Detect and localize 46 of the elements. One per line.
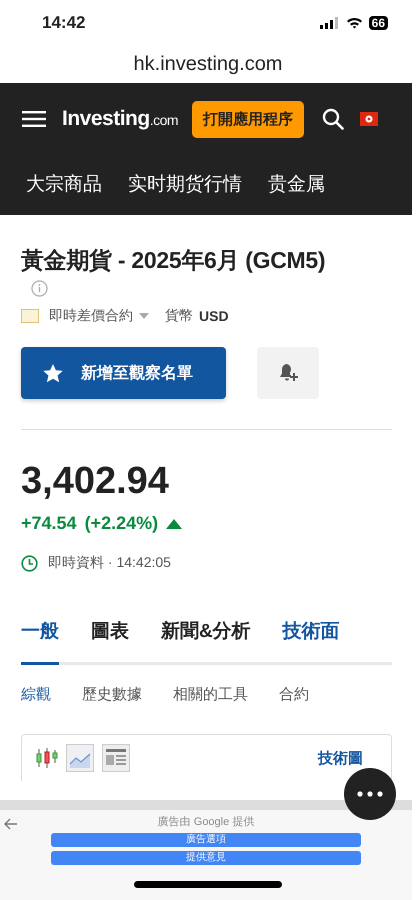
- bell-plus-icon: [277, 362, 299, 384]
- flag-icon[interactable]: [360, 112, 378, 126]
- section-tab[interactable]: 一般: [21, 618, 59, 665]
- ad-option-button[interactable]: 提供意見: [51, 851, 361, 865]
- instrument-title: 黃金期貨 - 2025年6月 (GCM5): [21, 246, 326, 275]
- price-change: +74.54: [21, 513, 77, 534]
- last-price: 3,402.94: [21, 460, 170, 503]
- subsection-tab[interactable]: 相關的工具: [173, 685, 248, 704]
- candlestick-icon[interactable]: [36, 747, 58, 769]
- percent-change: (+2.24%): [84, 513, 158, 534]
- currency-value: USD: [199, 308, 229, 324]
- contract-type-dropdown[interactable]: 即時差價合約: [49, 307, 149, 325]
- caret-icon: [139, 313, 149, 319]
- star-icon: [43, 364, 63, 382]
- add-to-watchlist-button[interactable]: 新增至觀察名單: [21, 347, 226, 399]
- section-tab[interactable]: 新聞&分析: [161, 618, 251, 665]
- url-text[interactable]: hk.investing.com: [134, 52, 282, 76]
- live-data-time: 即時資料 · 14:42:05: [48, 554, 171, 572]
- ad-caption: 廣告由 Google 提供: [158, 814, 254, 829]
- subsection-tab[interactable]: 綜觀: [21, 685, 51, 704]
- ad-option-button[interactable]: 廣告選項: [51, 833, 361, 847]
- back-arrow-icon[interactable]: [4, 818, 18, 830]
- category-link[interactable]: 贵金属: [268, 171, 325, 197]
- category-link[interactable]: 实时期货行情: [128, 171, 242, 197]
- subsection-tab[interactable]: 合約: [279, 685, 309, 704]
- wifi-icon: [346, 16, 363, 28]
- add-alert-button[interactable]: [257, 347, 319, 399]
- clock-icon: [21, 554, 38, 572]
- subsection-tab[interactable]: 歷史數據: [82, 685, 142, 704]
- more-icon: [357, 791, 383, 797]
- section-tab[interactable]: 圖表: [91, 618, 129, 665]
- menu-icon[interactable]: [22, 111, 46, 127]
- section-tab[interactable]: 技術面: [282, 618, 340, 665]
- battery-level: 66: [368, 16, 388, 30]
- open-app-button[interactable]: 打開應用程序: [192, 100, 304, 138]
- contract-flag-icon: [21, 309, 39, 323]
- technical-chart-link[interactable]: 技術圖: [318, 748, 363, 768]
- currency-label: 貨幣: [165, 307, 193, 325]
- table-view-icon[interactable]: [102, 744, 130, 772]
- site-logo[interactable]: Investing.com: [62, 107, 178, 131]
- category-link[interactable]: 大宗商品: [26, 171, 102, 197]
- search-icon[interactable]: [322, 108, 344, 130]
- more-button[interactable]: [344, 768, 396, 820]
- status-time: 14:42: [42, 12, 86, 32]
- area-chart-icon[interactable]: [66, 744, 94, 772]
- signal-icon: [320, 16, 340, 28]
